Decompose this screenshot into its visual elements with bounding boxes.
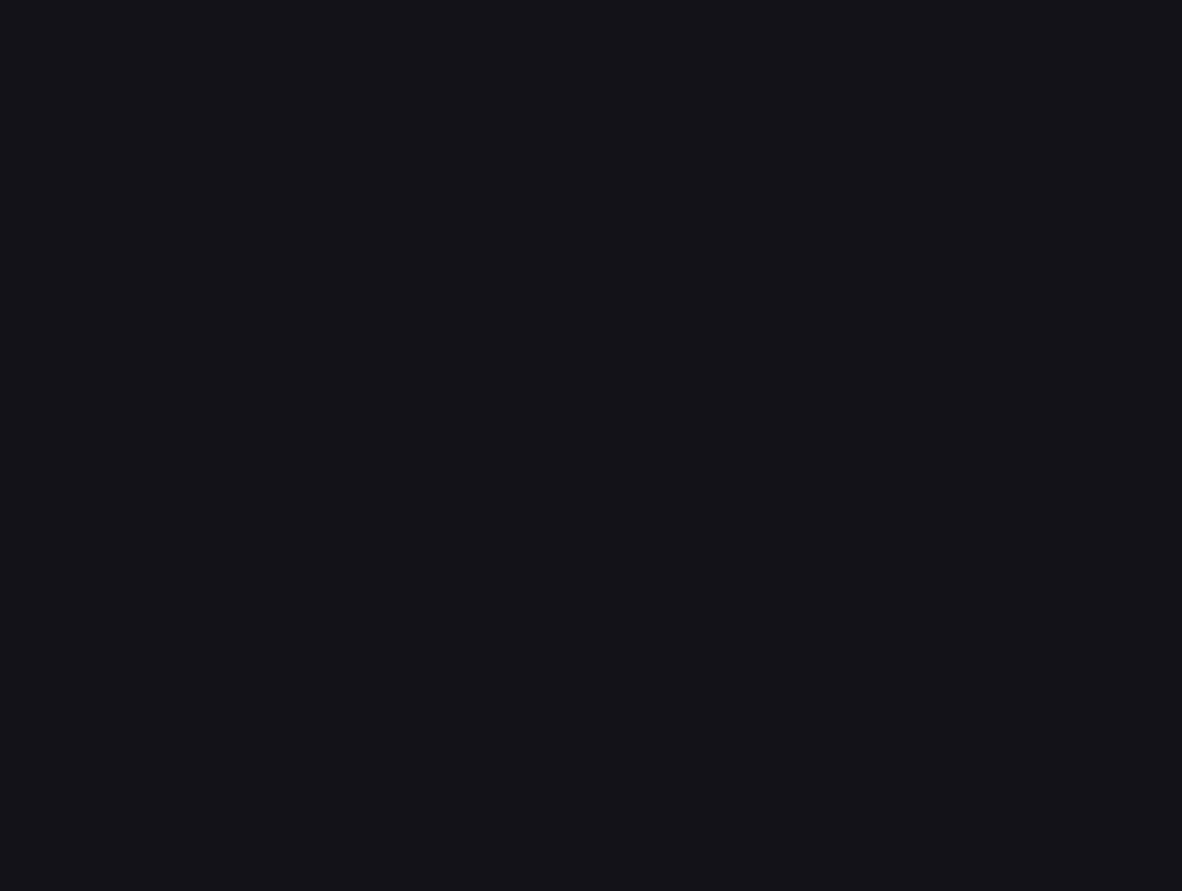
- screen: Downloads: [0, 0, 1182, 891]
- desktop-background-strip: [0, 0, 1182, 8]
